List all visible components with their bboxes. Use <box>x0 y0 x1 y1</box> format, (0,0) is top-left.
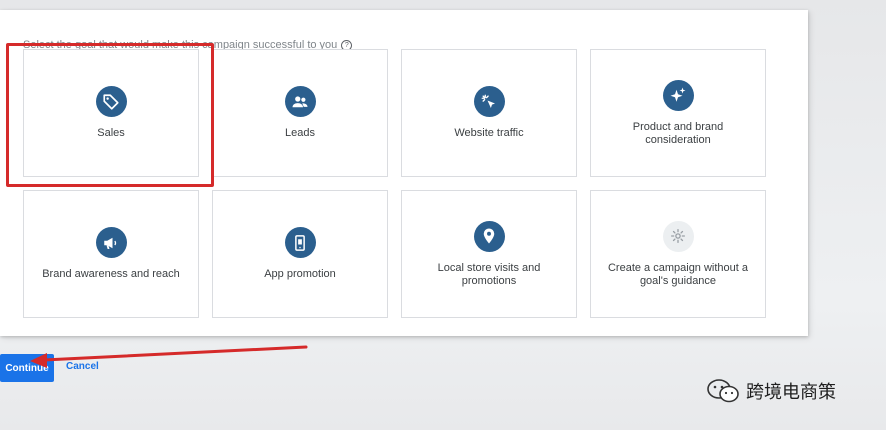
watermark-text: 跨境电商策 <box>746 382 836 403</box>
watermark: 跨境电商策 <box>706 378 836 404</box>
annotation-arrow <box>30 345 308 368</box>
wechat-icon <box>706 378 740 404</box>
